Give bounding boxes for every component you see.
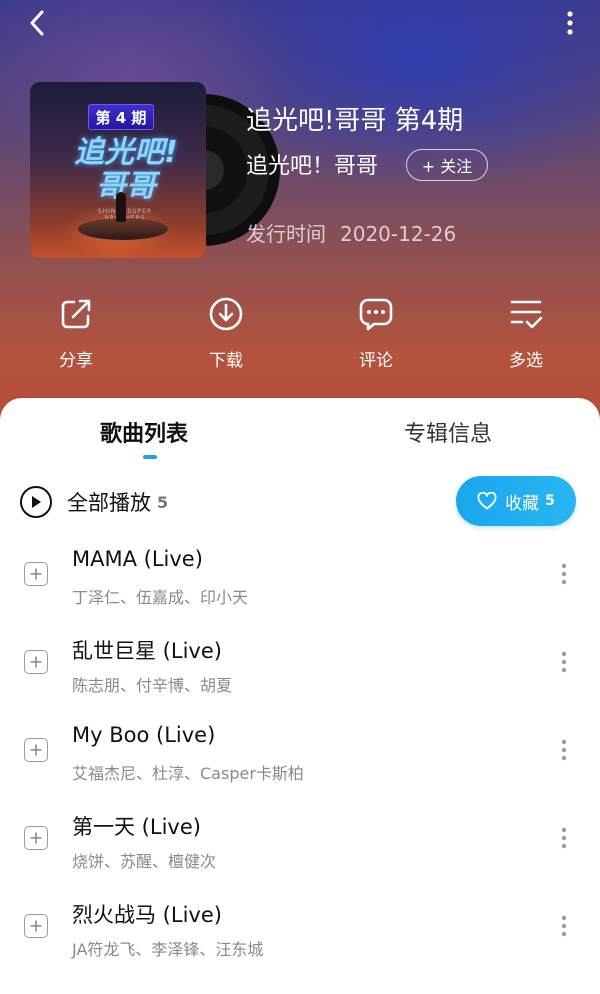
add-to-playlist-button[interactable] [24,562,48,586]
song-row[interactable]: 第一天 (Live) 烧饼、苏醒、檀健次 [0,798,600,886]
song-artists: 艾福杰尼、杜淳、Casper卡斯柏 [72,764,304,783]
share-label: 分享 [59,351,93,371]
multi-select-button[interactable]: 多选 [476,296,576,376]
song-row[interactable]: 乱世巨星 (Live) 陈志朋、付辛博、胡夏 [0,622,600,710]
more-options-button[interactable] [558,8,582,38]
song-row[interactable]: My Boo (Live) 艾福杰尼、杜淳、Casper卡斯柏 [0,710,600,798]
cover-title: 追光吧! 哥哥 [66,136,186,204]
song-row[interactable]: 烈火战马 (Live) JA符龙飞、李泽锋、汪东城 [0,886,600,974]
play-all-button[interactable]: 全部播放 5 [20,484,168,520]
song-more-button[interactable] [552,910,576,942]
song-artists: 丁泽仁、伍嘉成、印小天 [72,588,249,607]
download-icon [209,297,243,331]
release-date: 2020-12-26 [340,222,457,246]
album-cover-container[interactable]: 第 4 期 追光吧! 哥哥 SHINE! SUPER BROTHERS [30,82,280,258]
song-more-button[interactable] [552,822,576,854]
play-all-label: 全部播放 [67,491,151,515]
album-header: 第 4 期 追光吧! 哥哥 SHINE! SUPER BROTHERS 追光吧!… [0,0,600,420]
comment-button[interactable]: 评论 [326,296,426,376]
share-icon [61,299,91,329]
vertical-dots-icon [567,11,573,35]
release-info: 发行时间 2020-12-26 [246,218,456,247]
add-to-playlist-button[interactable] [24,738,48,762]
album-cover: 第 4 期 追光吧! 哥哥 SHINE! SUPER BROTHERS [30,82,206,258]
multi-select-label: 多选 [509,351,543,371]
play-icon [20,486,52,518]
vertical-dots-icon [561,915,567,937]
tab-album-info[interactable]: 专辑信息 [404,416,492,448]
cover-episode-badge: 第 4 期 [88,104,154,130]
vertical-dots-icon [561,563,567,585]
chevron-left-icon [30,10,44,36]
song-more-button[interactable] [552,646,576,678]
song-row[interactable]: MAMA (Live) 丁泽仁、伍嘉成、印小天 [0,534,600,622]
play-all-row: 全部播放 5 收藏 5 [0,474,600,530]
play-all-count: 5 [157,492,169,512]
vertical-dots-icon [561,827,567,849]
song-panel: 歌曲列表 专辑信息 全部播放 5 收藏 5 MAMA (Live) 丁泽仁、伍嘉成… [0,398,600,994]
plus-icon [30,568,42,580]
multi-select-icon [510,300,543,329]
tab-indicator [143,455,157,459]
collect-count: 5 [545,493,555,509]
plus-icon [30,920,42,932]
add-to-playlist-button[interactable] [24,826,48,850]
add-to-playlist-button[interactable] [24,914,48,938]
song-title: My Boo (Live) [72,723,216,747]
share-button[interactable]: 分享 [26,296,126,376]
song-artists: 烧饼、苏醒、檀健次 [72,852,217,871]
comment-icon [359,298,393,331]
song-title: 乱世巨星 (Live) [72,639,222,663]
cover-title-line2: 哥哥 [96,169,156,204]
plus-icon [30,832,42,844]
comment-label: 评论 [359,351,393,371]
vertical-dots-icon [561,651,567,673]
song-title: MAMA (Live) [72,547,203,571]
song-title: 烈火战马 (Live) [72,903,222,927]
song-more-button[interactable] [552,558,576,590]
add-to-playlist-button[interactable] [24,650,48,674]
download-label: 下载 [209,351,243,371]
vertical-dots-icon [561,739,567,761]
back-button[interactable] [22,8,52,38]
plus-icon [30,744,42,756]
action-bar: 分享 下载 评论 多选 [0,296,600,376]
cover-title-line1: 追光吧! [74,135,178,170]
follow-button[interactable]: + 关注 [406,149,488,181]
release-label: 发行时间 [246,222,326,246]
song-title: 第一天 (Live) [72,815,201,839]
plus-icon [30,656,42,668]
heart-icon [477,492,497,510]
song-artists: 陈志朋、付辛博、胡夏 [72,676,233,695]
collect-label: 收藏 [505,493,540,514]
song-more-button[interactable] [552,734,576,766]
album-title: 追光吧!哥哥 第4期 [246,106,464,136]
cover-figure [116,192,126,222]
tab-song-list[interactable]: 歌曲列表 [100,416,188,448]
collect-button[interactable]: 收藏 5 [456,476,576,526]
download-button[interactable]: 下载 [176,296,276,376]
artist-name[interactable]: 追光吧！哥哥 [246,148,378,180]
song-artists: JA符龙飞、李泽锋、汪东城 [72,940,264,959]
